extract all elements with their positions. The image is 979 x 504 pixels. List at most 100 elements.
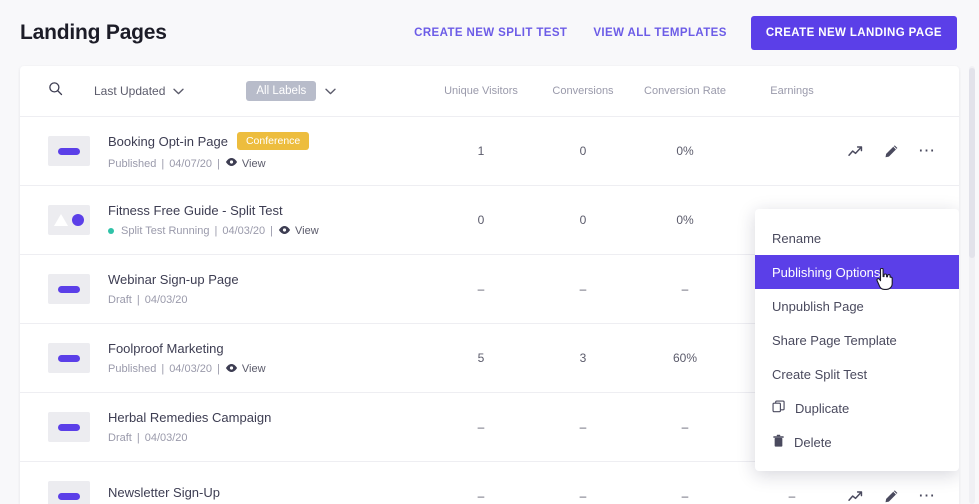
- ellipsis-icon[interactable]: ⋯: [917, 486, 937, 504]
- table-toolbar: Last Updated All Labels Unique Visitors: [20, 66, 959, 117]
- search-button[interactable]: [48, 81, 70, 101]
- menu-item-label: Create Split Test: [772, 366, 868, 382]
- meta-separator: |: [214, 225, 218, 237]
- sort-dropdown[interactable]: Last Updated: [94, 82, 185, 100]
- column-header-unique-visitors: Unique Visitors: [444, 85, 518, 97]
- row-info: Herbal Remedies Campaign Draft | 04/03/20: [108, 410, 271, 444]
- bar-shape: [58, 423, 80, 431]
- header-actions: CREATE NEW SPLIT TEST VIEW ALL TEMPLATES…: [412, 16, 957, 50]
- view-link-label: View: [295, 225, 319, 237]
- pencil-icon[interactable]: [881, 141, 901, 161]
- ellipsis-icon[interactable]: ⋯: [917, 141, 937, 161]
- meta-separator: |: [136, 432, 140, 444]
- landing-pages-app: Landing Pages CREATE NEW SPLIT TEST VIEW…: [0, 0, 979, 504]
- row-title[interactable]: Herbal Remedies Campaign: [108, 410, 271, 425]
- sort-dropdown-label: Last Updated: [94, 84, 166, 98]
- view-link[interactable]: View: [278, 225, 319, 238]
- status-dot: [108, 228, 114, 234]
- meta-separator: |: [161, 363, 165, 375]
- trending-up-icon[interactable]: [845, 141, 865, 161]
- cell-unique-visitors: 0: [477, 213, 485, 227]
- row-title[interactable]: Foolproof Marketing: [108, 341, 224, 356]
- create-new-landing-page-button[interactable]: CREATE NEW LANDING PAGE: [750, 16, 957, 50]
- page-title: Landing Pages: [20, 21, 167, 44]
- row-status: Draft: [108, 432, 132, 444]
- row-actions: ⋯: [845, 486, 941, 504]
- view-link[interactable]: View: [225, 363, 266, 376]
- view-link-label: View: [241, 157, 266, 170]
- trash-icon: [772, 434, 785, 451]
- menu-item-rename[interactable]: Rename: [755, 221, 959, 255]
- menu-item-unpublish-page[interactable]: Unpublish Page: [755, 289, 959, 323]
- cell-conversions: –: [579, 420, 587, 434]
- menu-item-duplicate[interactable]: Duplicate: [755, 391, 959, 425]
- row-title[interactable]: Newsletter Sign-Up: [108, 485, 220, 500]
- column-header-earnings: Earnings: [770, 85, 814, 97]
- pencil-icon[interactable]: [881, 486, 901, 504]
- row-date: 04/03/20: [169, 363, 213, 375]
- row-stats: – – – – ⋯: [427, 486, 941, 504]
- menu-item-create-split-test[interactable]: Create Split Test: [755, 357, 959, 391]
- row-meta: Draft | 04/03/20: [108, 432, 271, 444]
- row-meta: Split Test Running | 04/03/20 | View: [108, 225, 319, 238]
- row-status: Split Test Running: [121, 225, 210, 237]
- scrollbar-thumb[interactable]: [969, 68, 975, 258]
- cell-conversions: 0: [579, 144, 587, 158]
- view-link-label: View: [241, 363, 266, 375]
- menu-item-label: Rename: [772, 230, 822, 246]
- cell-conversions: –: [579, 282, 587, 296]
- cell-unique-visitors: –: [477, 489, 485, 503]
- copy-icon: [772, 399, 786, 417]
- row-title[interactable]: Fitness Free Guide - Split Test: [108, 203, 283, 218]
- cell-earnings: –: [788, 489, 796, 503]
- row-meta: Published | 04/07/20 | View: [108, 157, 309, 170]
- bar-shape: [58, 147, 80, 155]
- page-thumbnail: [48, 343, 90, 373]
- row-title-line: Newsletter Sign-Up: [108, 485, 220, 500]
- column-header-conversions: Conversions: [552, 85, 614, 97]
- trending-up-icon[interactable]: [845, 486, 865, 504]
- meta-separator: |: [161, 157, 165, 170]
- page-thumbnail: [48, 205, 90, 235]
- row-title-line: Foolproof Marketing: [108, 341, 266, 356]
- create-new-split-test-button[interactable]: CREATE NEW SPLIT TEST: [412, 23, 569, 43]
- circle-shape: [72, 214, 84, 226]
- row-info: Newsletter Sign-Up: [108, 485, 220, 504]
- cell-conversion-rate: –: [681, 489, 689, 503]
- table-row[interactable]: Booking Opt-in Page Conference Published | 0…: [20, 117, 959, 186]
- menu-item-share-page-template[interactable]: Share Page Template: [755, 323, 959, 357]
- column-header-conversion-rate: Conversion Rate: [644, 85, 726, 97]
- row-title[interactable]: Webinar Sign-up Page: [108, 272, 239, 287]
- cell-unique-visitors: 1: [477, 144, 485, 158]
- cell-conversion-rate: 0%: [676, 144, 694, 158]
- bar-shape: [58, 354, 80, 362]
- cell-unique-visitors: 5: [477, 351, 485, 365]
- menu-item-delete[interactable]: Delete: [755, 425, 959, 459]
- search-icon: [48, 81, 63, 101]
- row-status: Published: [108, 157, 157, 170]
- view-all-templates-button[interactable]: VIEW ALL TEMPLATES: [591, 23, 729, 43]
- row-date: 04/03/20: [144, 432, 188, 444]
- labels-dropdown[interactable]: All Labels: [246, 81, 336, 101]
- cell-conversion-rate: 0%: [676, 213, 694, 227]
- cell-conversion-rate: –: [681, 420, 689, 434]
- eye-icon: [225, 157, 238, 170]
- menu-item-publishing-options[interactable]: Publishing Options: [755, 255, 959, 289]
- row-date: 04/03/20: [144, 294, 188, 306]
- row-info: Booking Opt-in Page Conference Published | 0…: [108, 132, 310, 170]
- row-date: 04/03/20: [222, 225, 266, 237]
- eye-icon: [278, 225, 291, 238]
- menu-item-label: Share Page Template: [772, 332, 897, 348]
- row-stats: 1 0 0% ⋯: [427, 141, 941, 161]
- row-info: Fitness Free Guide - Split Test Split Tes…: [108, 203, 319, 238]
- view-link[interactable]: View: [225, 157, 266, 170]
- vertical-scrollbar[interactable]: [969, 66, 975, 504]
- row-title-line: Herbal Remedies Campaign: [108, 410, 271, 425]
- landing-pages-card: Last Updated All Labels Unique Visitors: [20, 66, 959, 504]
- chevron-down-icon: [325, 82, 336, 100]
- cell-unique-visitors: –: [477, 282, 485, 296]
- row-title[interactable]: Booking Opt-in Page: [108, 134, 228, 149]
- row-title-line: Fitness Free Guide - Split Test: [108, 203, 319, 218]
- bar-shape: [58, 285, 80, 293]
- cell-conversion-rate: –: [681, 282, 689, 296]
